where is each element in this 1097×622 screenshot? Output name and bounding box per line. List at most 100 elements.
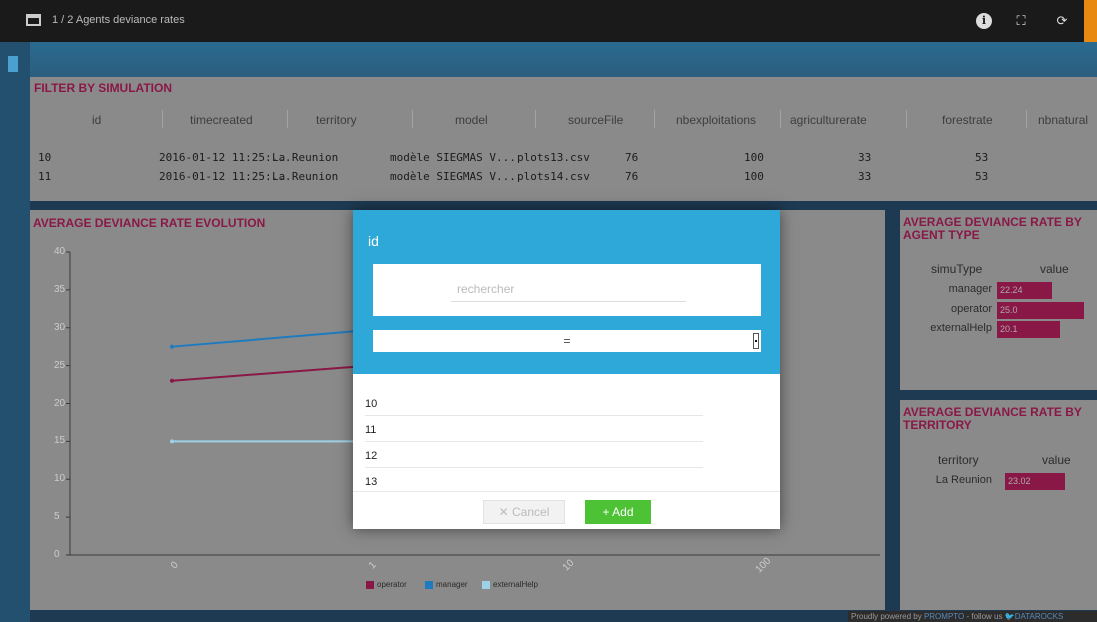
datarocks-link[interactable]: DATAROCKS xyxy=(1015,612,1064,621)
search-box xyxy=(373,264,761,316)
data-point-manager[interactable] xyxy=(170,344,174,349)
col-header-territory[interactable]: territory xyxy=(316,113,357,127)
filter-title: FILTER BY SIMULATION xyxy=(34,81,172,95)
col-header-timecreated[interactable]: timecreated xyxy=(190,113,253,127)
legend-swatch xyxy=(425,580,433,589)
col-separator xyxy=(1026,110,1027,128)
bar-value: 22.24 xyxy=(1000,285,1023,295)
modal-header: id = xyxy=(353,210,780,374)
value-list[interactable]: 10 11 12 13 xyxy=(353,390,780,490)
operator-value: = xyxy=(563,334,571,348)
folder-icon[interactable] xyxy=(26,14,41,26)
data-point-externalhelp[interactable] xyxy=(170,439,174,444)
cell-id[interactable]: 11 xyxy=(38,170,51,183)
series-line-manager[interactable] xyxy=(171,329,371,348)
bar-value: 23.02 xyxy=(1008,476,1031,486)
agent-label: manager xyxy=(948,283,992,295)
legend-swatch xyxy=(366,580,374,589)
col-header-id[interactable]: id xyxy=(92,113,101,127)
list-item[interactable]: 11 xyxy=(365,416,703,442)
col-header-nbexploitations[interactable]: nbexploitations xyxy=(676,113,756,127)
cell-forestrate[interactable]: 33 xyxy=(858,170,871,183)
left-sidebar xyxy=(0,42,30,622)
col-header-model[interactable]: model xyxy=(455,113,488,127)
agent-col-header: simuType xyxy=(931,262,983,276)
cell-territory[interactable]: La Reunion xyxy=(272,151,338,164)
agent-label: operator xyxy=(951,303,992,315)
modal-title: id xyxy=(368,233,379,249)
col-separator xyxy=(162,110,163,128)
cell-agriculturerate[interactable]: 100 xyxy=(744,151,764,164)
territory-bar-la-reunion[interactable]: 23.02 xyxy=(1005,473,1065,490)
cell-agriculturerate[interactable]: 100 xyxy=(744,170,764,183)
page-title: 1 / 2 Agents deviance rates xyxy=(52,14,185,26)
cell-nbexploitations[interactable]: 76 xyxy=(625,170,638,183)
legend-label: operator xyxy=(377,580,407,589)
prompto-link[interactable]: PROMPTO xyxy=(924,612,964,621)
territory-title: AVERAGE DEVIANCE RATE BY TERRITORY xyxy=(903,405,1082,432)
legend-swatch xyxy=(482,580,490,589)
col-header-sourcefile[interactable]: sourceFile xyxy=(568,113,623,127)
col-header-nbnatural[interactable]: nbnatural xyxy=(1038,113,1088,127)
col-header-agriculturerate[interactable]: agriculturerate xyxy=(790,113,867,127)
cell-forestrate[interactable]: 33 xyxy=(858,151,871,164)
dropdown-arrow-icon[interactable] xyxy=(753,333,759,349)
list-item[interactable]: 13 xyxy=(365,468,703,490)
agent-bar-externalhelp[interactable]: 20.1 xyxy=(997,321,1060,338)
agent-label: externalHelp xyxy=(930,322,992,334)
menu-tab[interactable] xyxy=(1084,0,1097,42)
twitter-icon[interactable]: 🐦 xyxy=(1005,612,1015,621)
data-point-operator[interactable] xyxy=(170,378,174,383)
legend-operator[interactable]: operator xyxy=(366,580,407,589)
top-bar: 1 / 2 Agents deviance rates i ⛶ ⟳ xyxy=(0,0,1097,42)
territory-label: La Reunion xyxy=(935,474,992,486)
header-strip xyxy=(0,42,1097,80)
cell-nbexploitations[interactable]: 76 xyxy=(625,151,638,164)
sidebar-marker xyxy=(8,56,18,72)
fullscreen-icon[interactable]: ⛶ xyxy=(1013,13,1029,29)
legend-externalhelp[interactable]: externalHelp xyxy=(482,580,538,589)
col-separator xyxy=(412,110,413,128)
cell-sourcefile[interactable]: plots13.csv xyxy=(517,151,590,164)
legend-manager[interactable]: manager xyxy=(425,580,468,589)
legend-label: manager xyxy=(436,580,468,589)
footer: Proudly powered by PROMPTO - follow us 🐦… xyxy=(848,611,1097,622)
col-separator xyxy=(780,110,781,128)
legend-label: externalHelp xyxy=(493,580,538,589)
agent-type-panel: AVERAGE DEVIANCE RATE BY AGENT TYPE simu… xyxy=(900,210,1097,390)
territory-col-header: territory xyxy=(938,453,979,467)
list-item[interactable]: 12 xyxy=(365,442,703,468)
cancel-button[interactable]: ✕ Cancel xyxy=(483,500,565,524)
col-separator xyxy=(654,110,655,128)
refresh-icon[interactable]: ⟳ xyxy=(1054,13,1070,29)
footer-text: Proudly powered by xyxy=(851,612,924,621)
add-button[interactable]: + Add xyxy=(585,500,651,524)
filter-modal: id = 10 11 12 13 ✕ Cancel + Add xyxy=(353,210,780,529)
col-separator xyxy=(287,110,288,128)
cell-model[interactable]: modèle SIEGMAS V... xyxy=(390,170,516,183)
cell-sourcefile[interactable]: plots14.csv xyxy=(517,170,590,183)
agent-bar-manager[interactable]: 22.24 xyxy=(997,282,1052,299)
value-col-header: value xyxy=(1040,262,1069,276)
agent-bar-operator[interactable]: 25.0 xyxy=(997,302,1084,319)
cell-id[interactable]: 10 xyxy=(38,151,51,164)
cell-territory[interactable]: La Reunion xyxy=(272,170,338,183)
modal-footer: ✕ Cancel + Add xyxy=(353,491,780,529)
cell-nbnatural[interactable]: 53 xyxy=(975,151,988,164)
filter-panel: FILTER BY SIMULATION id timecreated terr… xyxy=(30,77,1097,201)
agent-type-title: AVERAGE DEVIANCE RATE BY AGENT TYPE xyxy=(903,215,1082,242)
series-line-operator[interactable] xyxy=(171,364,371,382)
col-separator xyxy=(535,110,536,128)
col-separator xyxy=(906,110,907,128)
territory-panel: AVERAGE DEVIANCE RATE BY TERRITORY terri… xyxy=(900,400,1097,610)
cell-nbnatural[interactable]: 53 xyxy=(975,170,988,183)
col-header-forestrate[interactable]: forestrate xyxy=(942,113,993,127)
bar-value: 25.0 xyxy=(1000,305,1018,315)
value-col-header: value xyxy=(1042,453,1071,467)
search-input[interactable] xyxy=(451,276,686,302)
list-item[interactable]: 10 xyxy=(365,390,703,416)
cell-model[interactable]: modèle SIEGMAS V... xyxy=(390,151,516,164)
info-icon[interactable]: i xyxy=(976,13,992,29)
operator-select[interactable]: = xyxy=(373,330,761,352)
bar-value: 20.1 xyxy=(1000,324,1018,334)
